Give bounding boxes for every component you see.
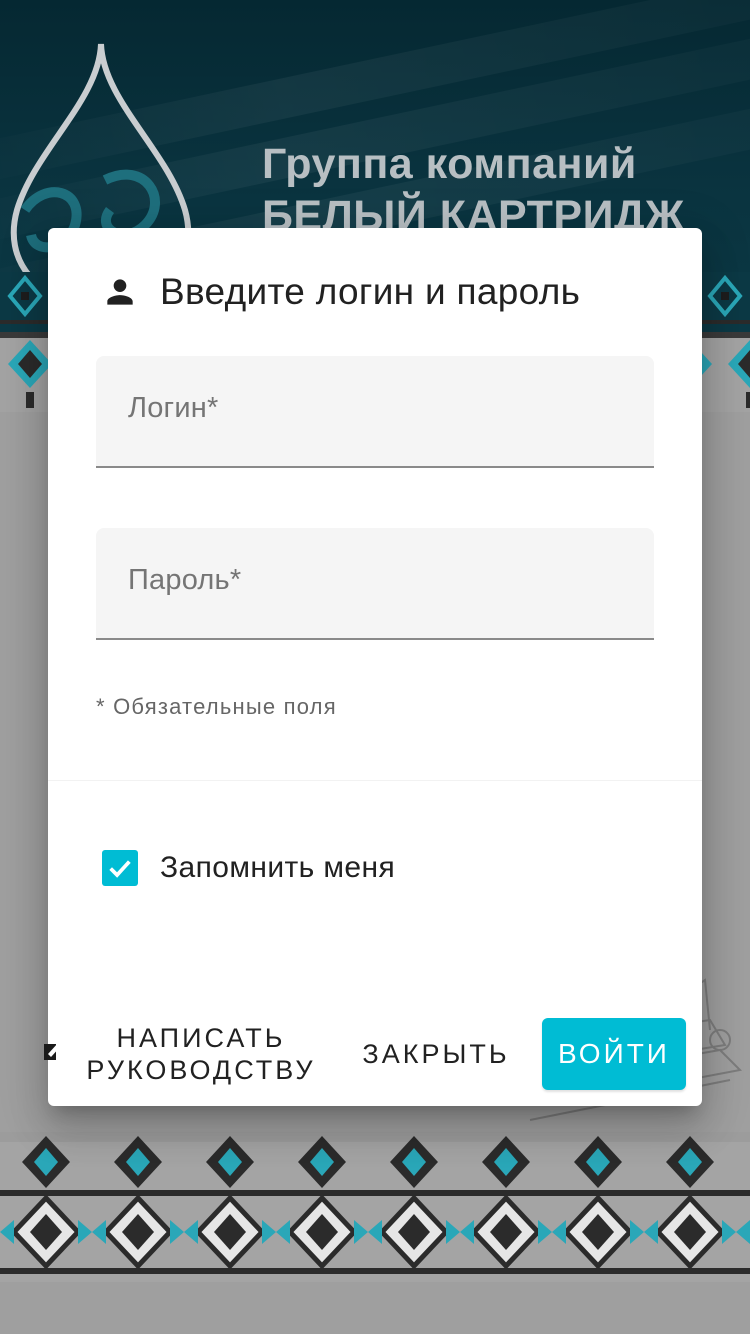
divider (48, 780, 702, 781)
edit-icon (44, 1043, 61, 1060)
brand-line-1: Группа компаний (262, 140, 637, 188)
dialog-actions: НАПИСАТЬ РУКОВОДСТВУ ЗАКРЫТЬ ВОЙТИ (44, 1018, 702, 1090)
password-field[interactable]: Пароль* (96, 528, 654, 640)
check-icon (109, 860, 131, 878)
brand-name: Группа компаний БЕЛЫЙ КАРТРИДЖ (262, 138, 684, 242)
ornament-band-lower (0, 1132, 750, 1282)
login-input[interactable] (96, 356, 654, 466)
login-field[interactable]: Логин* (96, 356, 654, 468)
person-icon (100, 272, 140, 312)
password-input[interactable] (96, 528, 654, 638)
remember-me-checkbox[interactable] (102, 850, 138, 886)
write-button-line-2: РУКОВОДСТВУ (86, 1055, 316, 1085)
dialog-title-text: Введите логин и пароль (160, 271, 581, 312)
close-button[interactable]: ЗАКРЫТЬ (348, 1018, 524, 1090)
login-dialog: Введите логин и пароль Логин* Пароль* * … (44, 228, 702, 1106)
remember-me-label: Запомнить меня (160, 851, 396, 884)
login-button[interactable]: ВОЙТИ (542, 1018, 686, 1090)
write-button-line-1: НАПИСАТЬ (116, 1023, 286, 1053)
remember-me-row[interactable]: Запомнить меня (102, 850, 395, 886)
dialog-title: Введите логин и пароль (100, 270, 580, 314)
write-to-management-button[interactable]: НАПИСАТЬ РУКОВОДСТВУ (76, 1020, 326, 1088)
required-fields-note: * Обязательные поля (96, 694, 337, 719)
